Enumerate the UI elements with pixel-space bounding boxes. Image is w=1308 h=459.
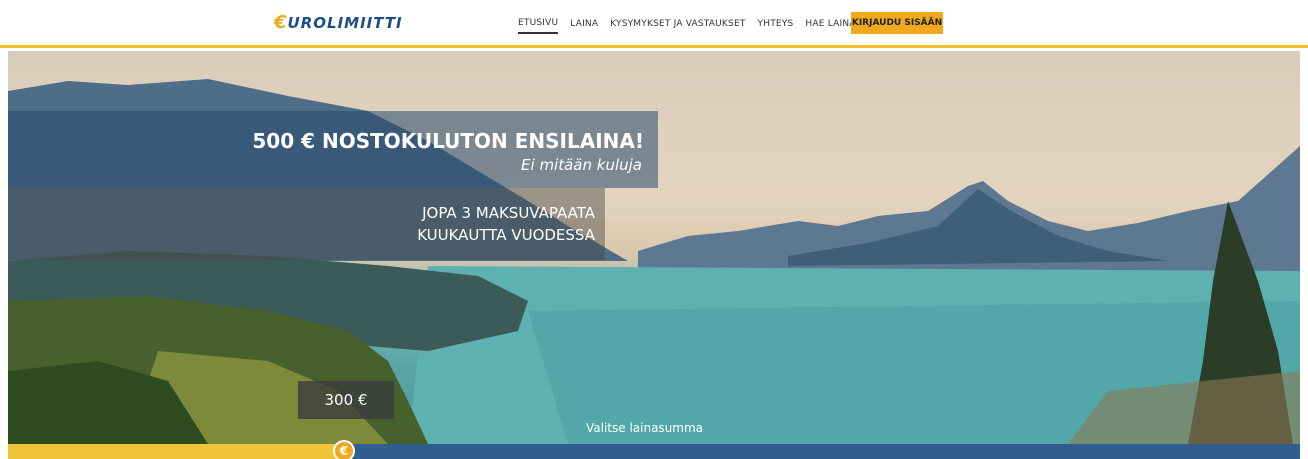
offer-line-1: JOPA 3 MAKSUVAPAATA bbox=[422, 204, 595, 222]
login-button[interactable]: KIRJAUDU SISÄÄN bbox=[851, 12, 943, 34]
site-header: €UROLIMIITTI ETUSIVU LAINA KYSYMYKSET JA… bbox=[0, 0, 1308, 48]
logo-text: UROLIMIITTI bbox=[287, 14, 403, 32]
nav-item-etusivu[interactable]: ETUSIVU bbox=[518, 14, 559, 34]
slider-caption: Valitse lainasumma bbox=[586, 421, 704, 435]
offer-line-2: KUUKAUTTA VUODESSA bbox=[417, 226, 595, 244]
slider-fill bbox=[8, 444, 344, 459]
euro-icon[interactable]: € bbox=[332, 440, 355, 459]
nav-item-yhteys[interactable]: YHTEYS bbox=[758, 15, 794, 33]
logo-euro-mark: € bbox=[274, 12, 288, 33]
hero-subheadline: Ei mitään kuluja bbox=[521, 156, 642, 174]
hero-headline: 500 € NOSTOKULUTON ENSILAINA! bbox=[252, 129, 644, 153]
slider-thumb-symbol: € bbox=[339, 444, 349, 458]
eurolimiitti-logo[interactable]: €UROLIMIITTI bbox=[274, 12, 403, 33]
nav-item-faq[interactable]: KYSYMYKSET JA VASTAUKSET bbox=[610, 15, 745, 33]
promo-banner: 500 € NOSTOKULUTON ENSILAINA! Ei mitään … bbox=[8, 111, 658, 188]
offer-banner: JOPA 3 MAKSUVAPAATA KUUKAUTTA VUODESSA bbox=[8, 188, 605, 260]
selected-amount: 300 € bbox=[298, 381, 394, 419]
loan-amount-slider[interactable]: € bbox=[8, 440, 1300, 459]
hero-banner: 500 € NOSTOKULUTON ENSILAINA! Ei mitään … bbox=[8, 51, 1300, 444]
nav-item-laina[interactable]: LAINA bbox=[570, 15, 598, 33]
main-nav: ETUSIVU LAINA KYSYMYKSET JA VASTAUKSET Y… bbox=[518, 14, 862, 34]
